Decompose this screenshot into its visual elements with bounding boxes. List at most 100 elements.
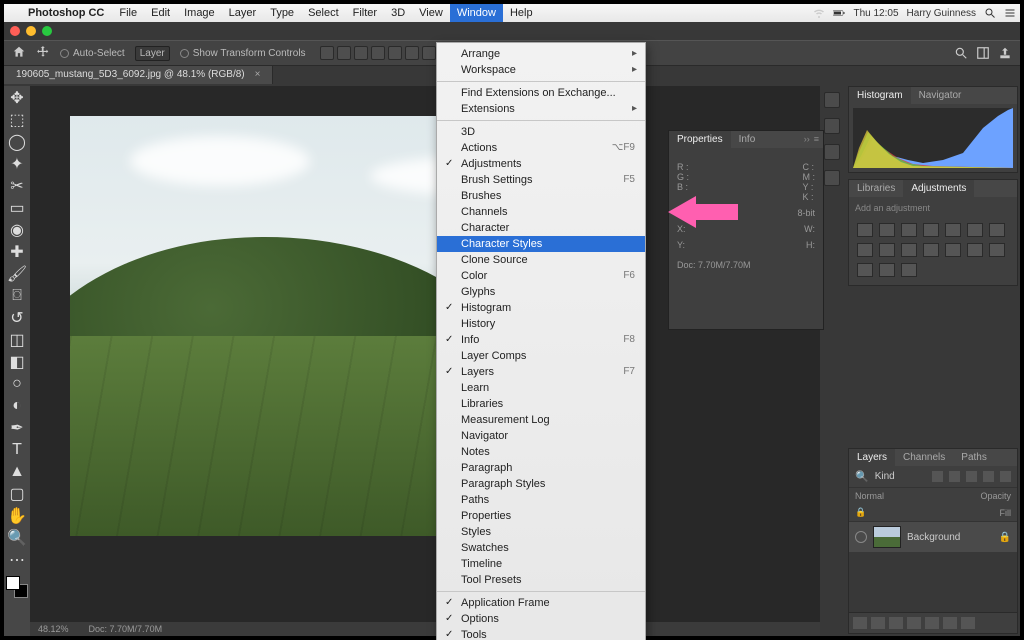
- tab-adjustments[interactable]: Adjustments: [903, 180, 974, 197]
- tab-libraries[interactable]: Libraries: [849, 180, 903, 197]
- menu-edit[interactable]: Edit: [144, 4, 177, 22]
- menu-filter[interactable]: Filter: [346, 4, 384, 22]
- document-tab[interactable]: 190605_mustang_5D3_6092.jpg @ 48.1% (RGB…: [4, 66, 273, 84]
- menu-item-learn[interactable]: Learn: [437, 380, 645, 396]
- align-icon[interactable]: [371, 46, 385, 60]
- menu-select[interactable]: Select: [301, 4, 346, 22]
- adjustment-icon[interactable]: [901, 223, 917, 237]
- eyedropper-tool[interactable]: ◉: [6, 220, 28, 240]
- menu-item-styles[interactable]: Styles: [437, 524, 645, 540]
- menu-item-tool-presets[interactable]: Tool Presets: [437, 572, 645, 588]
- app-menu[interactable]: Photoshop CC: [20, 7, 112, 19]
- lasso-tool[interactable]: ◯: [6, 132, 28, 152]
- zoom-window-button[interactable]: [42, 26, 52, 36]
- adjustment-icon[interactable]: [945, 223, 961, 237]
- menu-item-navigator[interactable]: Navigator: [437, 428, 645, 444]
- path-select-tool[interactable]: ▲: [6, 462, 28, 482]
- share-icon[interactable]: [998, 46, 1012, 60]
- delete-layer-icon[interactable]: [961, 617, 975, 629]
- layer-filter-icon[interactable]: [949, 471, 960, 482]
- menu-layer[interactable]: Layer: [222, 4, 264, 22]
- menu-item-history[interactable]: History: [437, 316, 645, 332]
- menu-item-properties[interactable]: Properties: [437, 508, 645, 524]
- tab-channels[interactable]: Channels: [895, 449, 953, 466]
- collapsed-panel-icon[interactable]: [824, 144, 840, 160]
- close-window-button[interactable]: [10, 26, 20, 36]
- menu-item-histogram[interactable]: Histogram: [437, 300, 645, 316]
- move-tool-icon[interactable]: [36, 45, 50, 62]
- spotlight-icon[interactable]: [980, 7, 1000, 19]
- menu-item-brushes[interactable]: Brushes: [437, 188, 645, 204]
- layer-thumbnail[interactable]: [873, 526, 901, 548]
- layer-filter-icon[interactable]: [983, 471, 994, 482]
- link-layers-icon[interactable]: [853, 617, 867, 629]
- adjustment-icon[interactable]: [857, 263, 873, 277]
- collapsed-panel-icon[interactable]: [824, 118, 840, 134]
- notification-center-icon[interactable]: [1000, 7, 1020, 19]
- menubar-user[interactable]: Harry Guinness: [903, 8, 980, 19]
- tab-paths[interactable]: Paths: [953, 449, 995, 466]
- menu-item-paragraph[interactable]: Paragraph: [437, 460, 645, 476]
- color-swatch[interactable]: [6, 576, 28, 598]
- dodge-tool[interactable]: ◐: [6, 396, 28, 416]
- rectangle-tool[interactable]: ▢: [6, 484, 28, 504]
- adjustment-icon[interactable]: [901, 243, 917, 257]
- move-tool[interactable]: ✥: [6, 88, 28, 108]
- adjustment-icon[interactable]: [857, 243, 873, 257]
- menu-item-3d[interactable]: 3D: [437, 124, 645, 140]
- tab-layers[interactable]: Layers: [849, 449, 895, 466]
- adjustment-icon[interactable]: [989, 223, 1005, 237]
- new-layer-icon[interactable]: [943, 617, 957, 629]
- adjustment-icon[interactable]: [945, 243, 961, 257]
- menu-item-notes[interactable]: Notes: [437, 444, 645, 460]
- tab-properties[interactable]: Properties: [669, 131, 731, 148]
- layer-filter-search-icon[interactable]: 🔍: [855, 470, 869, 483]
- layer-mask-icon[interactable]: [889, 617, 903, 629]
- zoom-level[interactable]: 48.12%: [38, 624, 69, 634]
- collapsed-panel-icon[interactable]: [824, 170, 840, 186]
- type-tool[interactable]: T: [6, 440, 28, 460]
- align-icon[interactable]: [337, 46, 351, 60]
- menu-item-workspace[interactable]: Workspace: [437, 62, 645, 78]
- menu-item-brush-settings[interactable]: Brush SettingsF5: [437, 172, 645, 188]
- adjustment-icon[interactable]: [923, 223, 939, 237]
- adjustment-icon[interactable]: [879, 243, 895, 257]
- menu-item-tools[interactable]: Tools: [437, 627, 645, 640]
- gradient-tool[interactable]: ◧: [6, 352, 28, 372]
- search-icon[interactable]: [954, 46, 968, 60]
- workspace-icon[interactable]: [976, 46, 990, 60]
- brush-tool[interactable]: 🖌: [6, 264, 28, 284]
- collapsed-panel-icon[interactable]: [824, 92, 840, 108]
- auto-select-checkbox[interactable]: Auto-Select: [60, 48, 125, 59]
- menu-item-glyphs[interactable]: Glyphs: [437, 284, 645, 300]
- edit-toolbar-tool[interactable]: ⋯: [6, 550, 28, 570]
- align-icon[interactable]: [354, 46, 368, 60]
- menu-item-actions[interactable]: Actions⌥F9: [437, 140, 645, 156]
- layer-filter-icon[interactable]: [966, 471, 977, 482]
- heal-tool[interactable]: ✚: [6, 242, 28, 262]
- minimize-window-button[interactable]: [26, 26, 36, 36]
- visibility-toggle-icon[interactable]: [855, 531, 867, 543]
- layer-row[interactable]: Background 🔒: [849, 521, 1017, 552]
- tab-navigator[interactable]: Navigator: [911, 87, 970, 104]
- adjustment-icon[interactable]: [967, 223, 983, 237]
- new-group-icon[interactable]: [925, 617, 939, 629]
- home-button[interactable]: [12, 45, 26, 62]
- align-icon[interactable]: [320, 46, 334, 60]
- menu-item-options[interactable]: Options: [437, 611, 645, 627]
- auto-select-target[interactable]: Layer: [135, 46, 170, 61]
- menu-item-measurement-log[interactable]: Measurement Log: [437, 412, 645, 428]
- menu-image[interactable]: Image: [177, 4, 222, 22]
- menu-item-adjustments[interactable]: Adjustments: [437, 156, 645, 172]
- adjustment-icon[interactable]: [989, 243, 1005, 257]
- zoom-tool[interactable]: 🔍: [6, 528, 28, 548]
- align-icon[interactable]: [388, 46, 402, 60]
- layer-filter-icon[interactable]: [1000, 471, 1011, 482]
- layer-filter-icon[interactable]: [932, 471, 943, 482]
- blend-mode-select[interactable]: Normal: [855, 491, 884, 501]
- hand-tool[interactable]: ✋: [6, 506, 28, 526]
- menu-window[interactable]: Window: [450, 4, 503, 22]
- layer-filter-kind[interactable]: Kind: [875, 471, 895, 482]
- panel-menu-icon[interactable]: ≡: [814, 134, 819, 144]
- align-icon[interactable]: [405, 46, 419, 60]
